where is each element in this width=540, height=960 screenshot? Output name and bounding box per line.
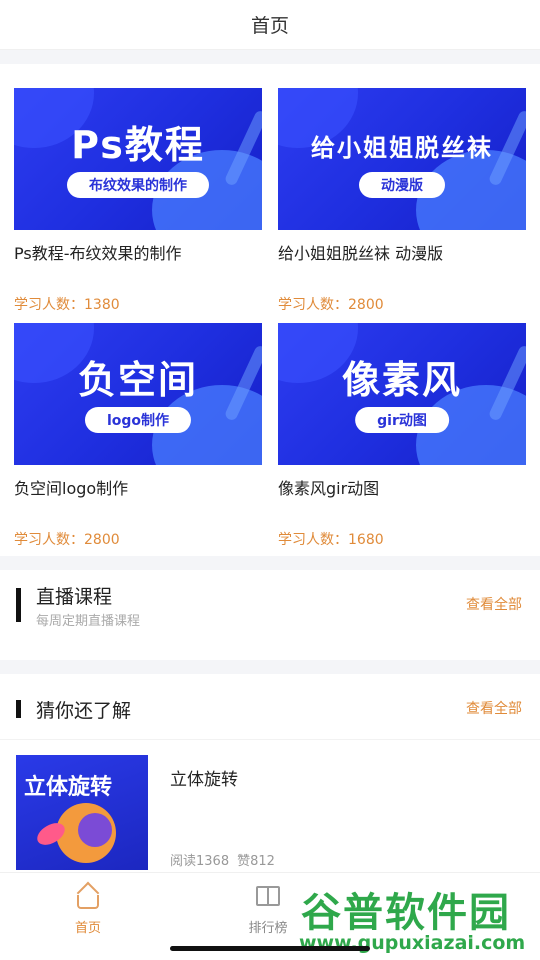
thumbnail-title: 像素风 — [341, 358, 462, 402]
course-title: 像素风gir动图 — [278, 479, 380, 498]
course-thumbnail: Ps教程 布纹效果的制作 — [14, 88, 262, 230]
section-title: 猜你还了解 — [36, 700, 132, 722]
course-title: Ps教程-布纹效果的制作 — [14, 244, 182, 263]
home-icon — [73, 881, 103, 909]
thumbnail-title: 给小姐姐脱丝袜 — [311, 134, 493, 162]
article-list-item[interactable]: 立体旋转 立体旋转 阅读1368 赞812 — [16, 755, 526, 870]
home-indicator[interactable] — [170, 946, 370, 951]
learner-count: 学习人数：1680 — [278, 532, 384, 548]
section-marker — [16, 588, 21, 622]
course-title: 负空间logo制作 — [14, 479, 129, 498]
course-thumbnail: 负空间 logo制作 — [14, 323, 262, 465]
recommendations-header: 猜你还了解 查看全部 — [0, 674, 540, 740]
tab-label: 首页 — [74, 921, 101, 936]
section-marker — [16, 700, 21, 718]
section-title: 直播课程 — [36, 586, 113, 608]
section-divider — [0, 660, 540, 674]
thumbnail-subtitle: 动漫版 — [359, 172, 445, 198]
thumbnail-title: Ps教程 — [71, 123, 205, 167]
course-title: 给小姐姐脱丝袜 动漫版 — [278, 244, 444, 263]
course-thumbnail: 像素风 gir动图 — [278, 323, 526, 465]
thumbnail-subtitle: logo制作 — [84, 407, 192, 433]
watermark-logo: 谷普软件园 — [301, 890, 511, 936]
article-title: 立体旋转 — [170, 770, 238, 790]
page-title: 首页 — [250, 15, 289, 37]
thumbnail-title: 负空间 — [77, 358, 198, 402]
article-thumbnail-text: 立体旋转 — [24, 775, 113, 800]
course-card-anime[interactable]: 给小姐姐脱丝袜 动漫版 给小姐姐脱丝袜 动漫版 学习人数：2800 — [278, 88, 526, 314]
section-subtitle: 每周定期直播课程 — [36, 614, 141, 629]
read-count: 阅读1368 — [170, 854, 230, 869]
live-courses-header: 直播课程 每周定期直播课程 查看全部 — [0, 570, 540, 636]
thumbnail-subtitle: 布纹效果的制作 — [67, 172, 209, 198]
tab-home[interactable]: 首页 — [48, 881, 128, 936]
learner-count: 学习人数：2800 — [14, 532, 120, 548]
article-thumbnail: 立体旋转 — [16, 755, 148, 870]
course-thumbnail: 给小姐姐脱丝袜 动漫版 — [278, 88, 526, 230]
section-divider — [0, 50, 540, 64]
course-card-pixel-style[interactable]: 像素风 gir动图 像素风gir动图 学习人数：1680 — [278, 323, 526, 549]
thumbnail-subtitle: gir动图 — [355, 407, 449, 433]
top-navigation-bar: 首页 — [0, 0, 540, 50]
section-divider — [0, 556, 540, 570]
course-card-ps[interactable]: Ps教程 布纹效果的制作 Ps教程-布纹效果的制作 学习人数：1380 — [14, 88, 262, 314]
course-card-negative-space[interactable]: 负空间 logo制作 负空间logo制作 学习人数：2800 — [14, 323, 262, 549]
learner-count: 学习人数：2800 — [278, 297, 384, 313]
see-all-recommendations-link[interactable]: 查看全部 — [466, 698, 522, 718]
see-all-live-link[interactable]: 查看全部 — [466, 594, 522, 614]
book-icon — [253, 883, 283, 909]
like-count: 赞812 — [237, 854, 275, 869]
article-meta: 阅读1368 赞812 — [170, 850, 283, 869]
learner-count: 学习人数：1380 — [14, 297, 120, 313]
